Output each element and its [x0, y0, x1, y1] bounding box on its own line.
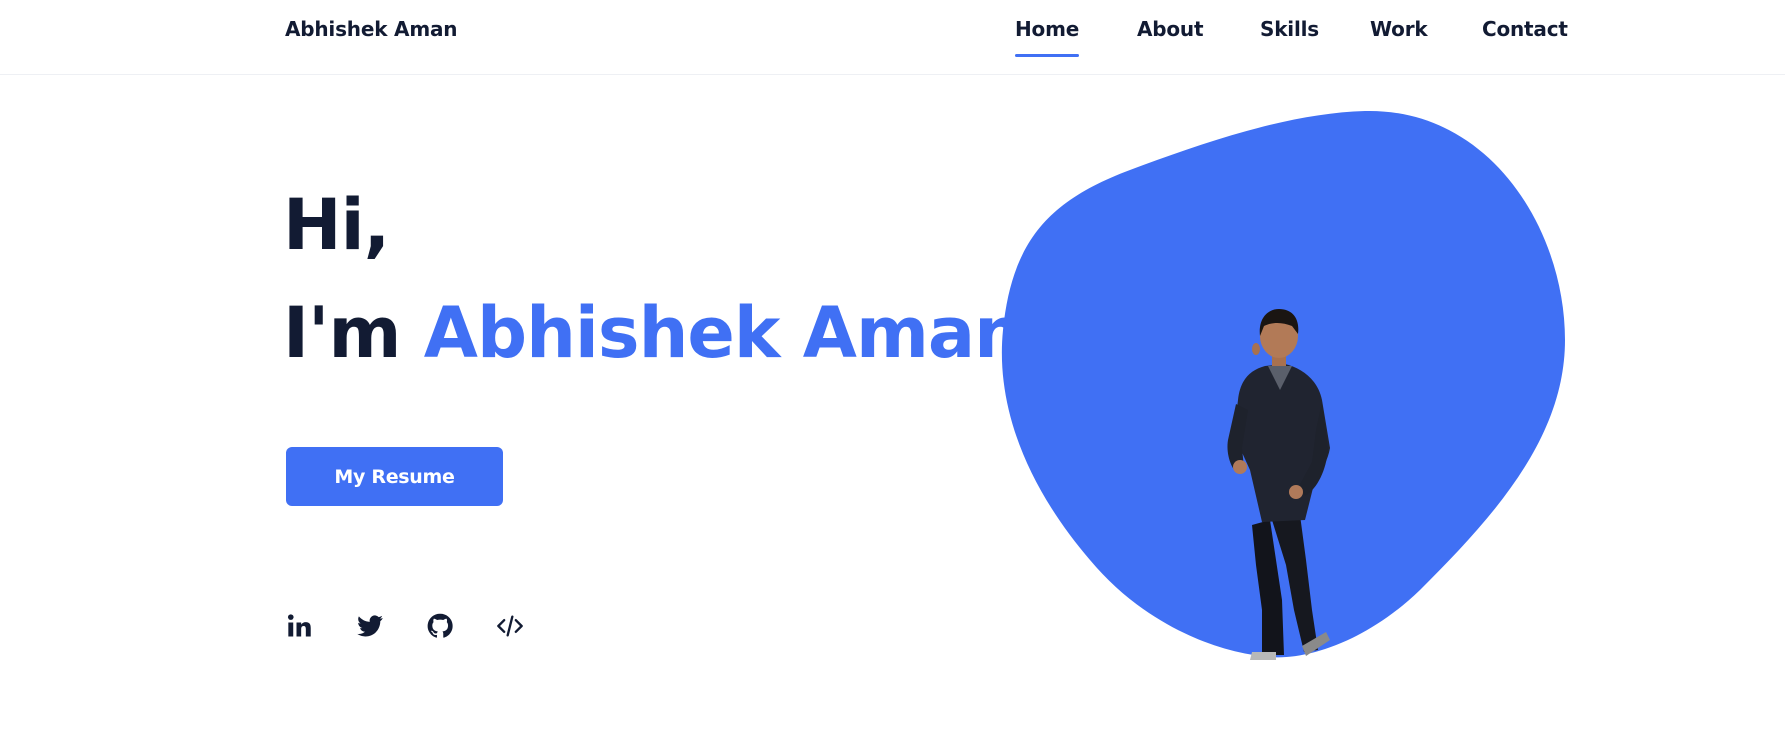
hero-illustration: [1001, 110, 1565, 660]
